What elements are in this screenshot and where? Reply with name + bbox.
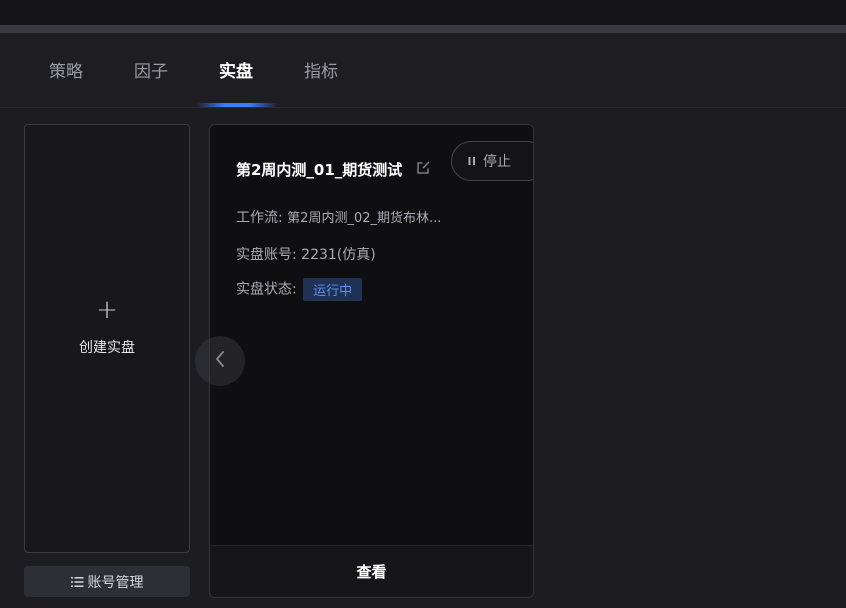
top-divider	[0, 25, 846, 33]
status-label: 实盘状态:	[236, 281, 297, 298]
tab-live[interactable]: 实盘	[219, 59, 253, 85]
create-live-card[interactable]: + 创建实盘	[24, 124, 190, 553]
tab-bar: 策略 因子 实盘 指标	[0, 33, 846, 108]
account-management-button[interactable]: 账号管理	[24, 566, 190, 597]
tab-factor[interactable]: 因子	[134, 59, 168, 85]
create-live-label: 创建实盘	[79, 340, 135, 356]
stop-label: 停止	[483, 154, 511, 170]
account-management-label: 账号管理	[87, 574, 144, 591]
edit-icon[interactable]	[416, 160, 431, 179]
workflow-label: 工作流:	[236, 210, 283, 226]
plus-icon: +	[96, 295, 118, 325]
status-row: 实盘状态: 运行中	[236, 278, 363, 301]
prev-card-button[interactable]	[195, 336, 245, 386]
card-title: 第2周内测_01_期货测试	[236, 161, 403, 179]
account-label: 实盘账号:	[236, 247, 297, 263]
live-trading-card: 第2周内测_01_期货测试 停止 工作流: 第2周内测_02_期货布林... 实…	[209, 124, 534, 598]
pause-icon	[467, 156, 477, 166]
workflow-value: 第2周内测_02_期货布林...	[287, 211, 442, 226]
account-row: 实盘账号: 2231(仿真)	[236, 244, 376, 264]
top-bar	[0, 0, 846, 25]
account-value: 2231(仿真)	[301, 247, 376, 263]
tab-strategy[interactable]: 策略	[49, 59, 83, 85]
tab-indicator[interactable]: 指标	[304, 59, 338, 85]
status-badge: 运行中	[303, 278, 363, 301]
view-button[interactable]: 查看	[210, 545, 533, 597]
chevron-left-icon	[214, 350, 226, 372]
active-tab-indicator	[196, 103, 278, 107]
stop-button[interactable]: 停止	[451, 141, 533, 181]
workflow-row: 工作流: 第2周内测_02_期货布林...	[236, 207, 441, 227]
list-icon	[70, 576, 84, 588]
